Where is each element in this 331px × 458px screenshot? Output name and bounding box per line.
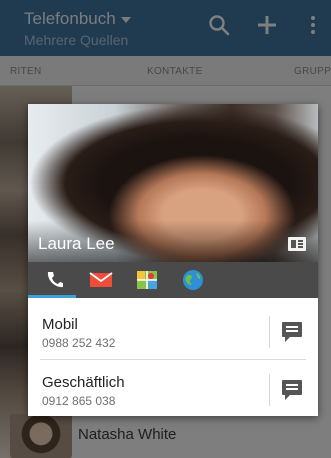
contact-card-icon[interactable] [288,237,306,251]
message-icon[interactable] [282,380,302,400]
phone-type-label: Mobil [42,316,78,333]
active-tab-indicator [28,295,76,298]
contact-photo: Laura Lee [28,104,318,262]
message-icon[interactable] [282,322,302,342]
divider [269,374,270,406]
phone-number: 0912 865 038 [42,394,116,408]
phone-type-label: Geschäftlich [42,374,125,391]
action-icon-bar [28,262,318,298]
phone-entry-work[interactable]: Geschäftlich 0912 865 038 [28,362,318,418]
contact-name: Laura Lee [38,234,115,253]
globe-icon[interactable] [166,262,220,298]
divider [269,316,270,348]
phone-entry-mobile[interactable]: Mobil 0988 252 432 [28,304,318,360]
phone-screen: Telefonbuch Mehrere Quellen RITEN KONTAK… [0,0,331,458]
contact-quick-card: Laura Lee Mobil 0988 252 432 Geschäftlic… [28,104,318,416]
divider [40,359,306,360]
phone-number: 0988 252 432 [42,336,116,350]
